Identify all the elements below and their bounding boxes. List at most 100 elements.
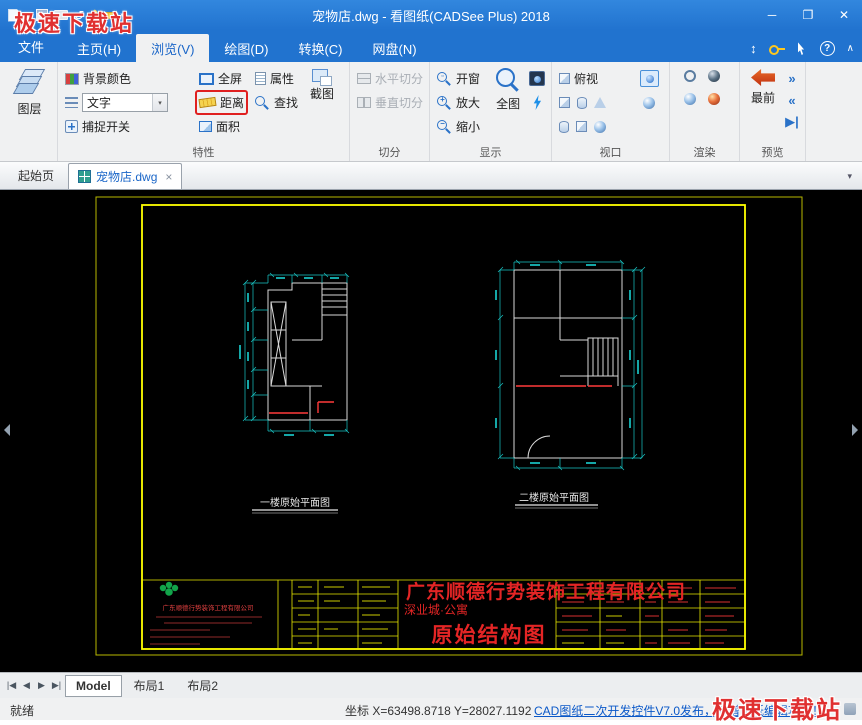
app-menu-caret-icon[interactable] bbox=[26, 12, 30, 19]
tab-netdisk[interactable]: 网盘(N) bbox=[358, 34, 432, 62]
view-cylinder2-icon[interactable] bbox=[559, 121, 569, 133]
front-label: 最前 bbox=[751, 89, 775, 106]
file-menu-button[interactable]: 文件 bbox=[0, 30, 62, 62]
zoom-out-icon bbox=[437, 120, 452, 134]
tab-draw[interactable]: 绘图(D) bbox=[209, 34, 283, 62]
zoom-window-button[interactable]: 开窗 bbox=[434, 67, 483, 90]
tab-layout1[interactable]: 布局1 bbox=[123, 673, 176, 698]
render-shaded-icon[interactable] bbox=[684, 93, 696, 105]
cursor-icon[interactable] bbox=[798, 42, 808, 55]
rewind-button[interactable]: « bbox=[782, 89, 802, 111]
pan-left-arrow[interactable] bbox=[4, 424, 10, 436]
group-label-render: 渲染 bbox=[670, 144, 739, 160]
zoom-in-label: 放大 bbox=[456, 94, 480, 111]
render-wireframe-icon[interactable] bbox=[684, 70, 696, 82]
tab-close-icon[interactable]: × bbox=[165, 170, 172, 184]
next-sheet-button[interactable]: ▶ bbox=[34, 680, 49, 691]
pan-right-arrow[interactable] bbox=[852, 424, 858, 436]
next-frame-button[interactable]: ▶| bbox=[782, 111, 802, 133]
drawing-canvas[interactable]: 一楼原始平面图 二楼原始平面图 广东顺德行势装饰 bbox=[0, 190, 862, 672]
find-label: 查找 bbox=[274, 94, 298, 111]
top-view-icon bbox=[559, 73, 570, 84]
display-mode-button[interactable] bbox=[526, 67, 548, 90]
app-icon[interactable] bbox=[8, 9, 20, 22]
find-button[interactable]: 查找 bbox=[252, 91, 301, 114]
window-title: 宠物店.dwg - 看图纸(CADSee Plus) 2018 bbox=[312, 6, 550, 25]
key-icon[interactable] bbox=[769, 43, 786, 55]
group-label-properties: 特性 bbox=[58, 144, 349, 160]
save-icon[interactable] bbox=[36, 9, 48, 21]
quick-view-button[interactable] bbox=[529, 91, 546, 114]
fit-all-label[interactable]: 全图 bbox=[496, 95, 520, 112]
layers-button[interactable]: 图层 bbox=[4, 67, 55, 117]
collapse-ribbon-icon[interactable] bbox=[847, 44, 854, 54]
dwg-file-icon bbox=[78, 170, 91, 183]
bg-color-button[interactable]: 背景颜色 bbox=[62, 67, 134, 90]
front-button[interactable]: 最前 bbox=[744, 67, 782, 132]
render-realistic-icon[interactable] bbox=[708, 93, 720, 105]
last-sheet-button[interactable]: ▶| bbox=[49, 680, 64, 691]
coordinates-readout: 坐标 X=63498.8718 Y=28027.1192 bbox=[345, 702, 531, 719]
screenshot-button[interactable]: 截图 bbox=[300, 67, 344, 102]
annotate-icon[interactable] bbox=[87, 9, 98, 22]
measure-icon[interactable] bbox=[100, 12, 114, 19]
lightning-icon bbox=[532, 95, 543, 110]
first-sheet-button[interactable]: |◀ bbox=[4, 680, 19, 691]
zoom-out-label: 缩小 bbox=[456, 118, 480, 135]
tab-convert[interactable]: 转换(C) bbox=[283, 34, 357, 62]
viewport-selected-button[interactable] bbox=[637, 67, 662, 90]
view-cone-icon[interactable] bbox=[594, 97, 606, 108]
viewport-icon-row-2 bbox=[556, 115, 609, 138]
top-view-label: 俯视 bbox=[574, 70, 598, 87]
zoom-in-button[interactable]: 放大 bbox=[434, 91, 483, 114]
tab-start-page[interactable]: 起始页 bbox=[4, 162, 68, 189]
combo-dropdown-icon[interactable]: ▾ bbox=[152, 94, 167, 111]
status-corner-icon[interactable] bbox=[844, 703, 856, 715]
view-sphere-icon[interactable] bbox=[594, 121, 606, 133]
updown-arrows-icon[interactable] bbox=[750, 42, 757, 55]
doc-tabs-dropdown-icon[interactable] bbox=[847, 171, 852, 182]
split-vertical-button[interactable]: 垂直切分 bbox=[354, 91, 426, 114]
prev-sheet-button[interactable]: ◀ bbox=[19, 680, 34, 691]
view-cube2-icon[interactable] bbox=[576, 121, 587, 132]
group-label-preview: 预览 bbox=[740, 144, 805, 160]
ribbon-tab-row: 文件 主页(H) 浏览(V) 绘图(D) 转换(C) 网盘(N) ? bbox=[0, 30, 862, 62]
tab-active-document[interactable]: 宠物店.dwg × bbox=[68, 163, 182, 189]
tab-layout2[interactable]: 布局2 bbox=[176, 673, 229, 698]
zoom-out-button[interactable]: 缩小 bbox=[434, 115, 483, 138]
fullscreen-label: 全屏 bbox=[218, 70, 242, 87]
company-name-small: 广东顺德行势装饰工程有限公司 bbox=[163, 603, 254, 612]
print-icon[interactable] bbox=[54, 10, 68, 20]
snap-toggle-button[interactable]: 捕捉开关 bbox=[62, 115, 133, 138]
maximize-button[interactable]: ❐ bbox=[790, 0, 826, 30]
fast-forward-button[interactable]: » bbox=[782, 67, 802, 89]
text-style-combo[interactable]: 文字 ▾ bbox=[82, 93, 168, 112]
split-horizontal-button[interactable]: 水平切分 bbox=[354, 67, 426, 90]
undo-icon[interactable] bbox=[74, 9, 85, 22]
close-button[interactable]: ✕ bbox=[826, 0, 862, 30]
viewport-shaded-button[interactable] bbox=[640, 91, 658, 114]
minimize-button[interactable]: ─ bbox=[754, 0, 790, 30]
render-hidden-icon[interactable] bbox=[708, 70, 720, 82]
qat-dropdown-caret-icon[interactable] bbox=[120, 12, 124, 19]
cad-drawing: 一楼原始平面图 二楼原始平面图 广东顺德行势装饰 bbox=[0, 190, 862, 672]
split-vertical-label: 垂直切分 bbox=[375, 94, 423, 111]
tab-home[interactable]: 主页(H) bbox=[62, 34, 136, 62]
attributes-button[interactable]: 属性 bbox=[252, 67, 297, 90]
fullscreen-button[interactable]: 全屏 bbox=[196, 67, 245, 90]
fit-all-icon[interactable] bbox=[495, 67, 521, 93]
help-icon[interactable]: ? bbox=[820, 41, 835, 56]
tab-view[interactable]: 浏览(V) bbox=[136, 34, 209, 62]
display-mode-icon bbox=[529, 71, 545, 86]
promo-link[interactable]: CAD图纸二次开发控件V7.0发布，新增图纸编辑功能！ bbox=[534, 702, 824, 719]
ribbon-group-properties: 背景颜色 文字 ▾ 捕捉开关 bbox=[58, 62, 350, 161]
group-label-viewport: 视口 bbox=[552, 144, 669, 160]
split-horizontal-label: 水平切分 bbox=[375, 70, 423, 87]
view-cylinder-icon[interactable] bbox=[577, 97, 587, 109]
tab-model[interactable]: Model bbox=[65, 675, 122, 697]
top-view-button[interactable]: 俯视 bbox=[556, 67, 601, 90]
view-cube-icon[interactable] bbox=[559, 97, 570, 108]
distance-button[interactable]: 距离 bbox=[196, 91, 247, 114]
text-style-icon bbox=[65, 97, 78, 108]
area-button[interactable]: 面积 bbox=[196, 115, 243, 138]
